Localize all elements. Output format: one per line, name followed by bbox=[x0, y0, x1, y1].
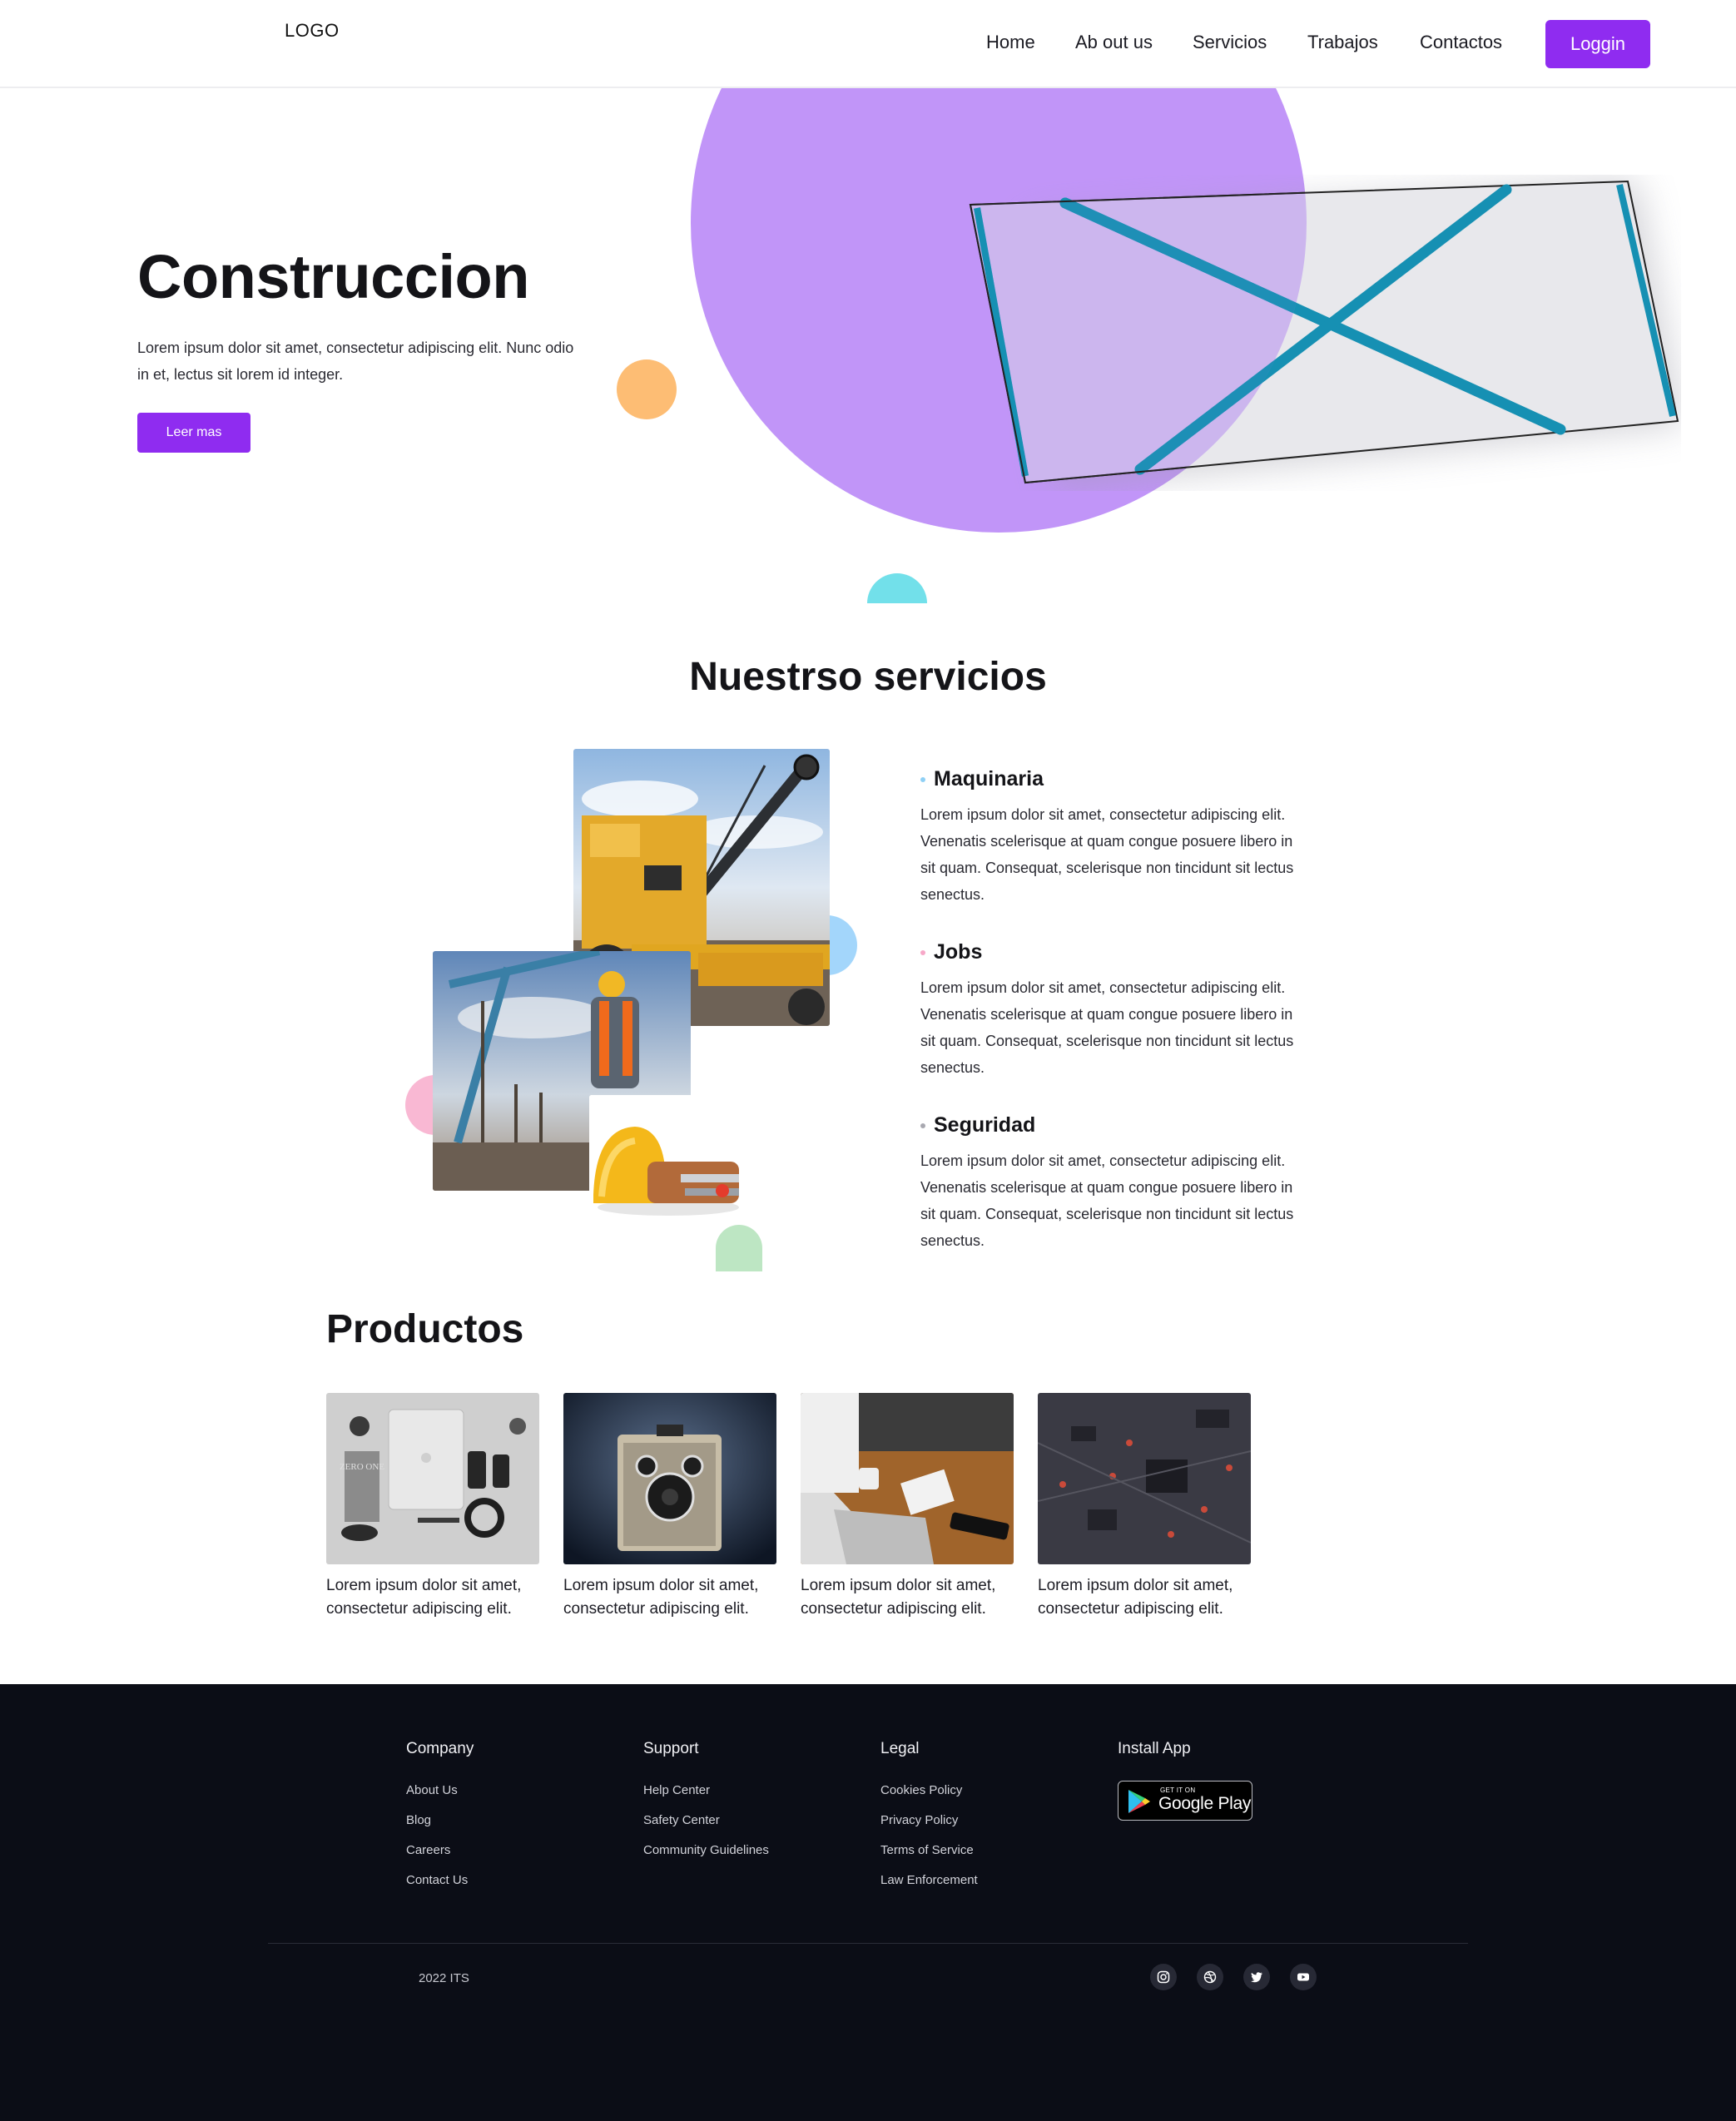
login-button[interactable]: Loggin bbox=[1545, 20, 1650, 68]
google-play-big-text: Google Play bbox=[1158, 1794, 1252, 1813]
product-card[interactable]: Lorem ipsum dolor sit amet, consectetur … bbox=[563, 1393, 776, 1621]
footer-link-law-enforcement[interactable]: Law Enforcement bbox=[880, 1873, 978, 1887]
footer-link-cookies-policy[interactable]: Cookies Policy bbox=[880, 1783, 962, 1797]
dribbble-icon[interactable] bbox=[1197, 1964, 1223, 1990]
hero-image-placeholder bbox=[965, 175, 1683, 491]
product-caption: Lorem ipsum dolor sit amet, consectetur … bbox=[563, 1577, 759, 1618]
twitter-icon[interactable] bbox=[1243, 1964, 1270, 1990]
footer-link-contact-us[interactable]: Contact Us bbox=[406, 1873, 468, 1887]
footer-link-community-guidelines[interactable]: Community Guidelines bbox=[643, 1843, 769, 1857]
bullet-dot bbox=[920, 1123, 925, 1128]
site-footer bbox=[0, 1684, 1736, 2121]
nav-about-us[interactable]: Ab out us bbox=[1075, 32, 1153, 53]
google-play-badge[interactable]: GET IT ON Google Play bbox=[1118, 1781, 1252, 1821]
footer-heading-legal: Legal bbox=[880, 1740, 920, 1757]
service-title-jobs: Jobs bbox=[934, 940, 983, 964]
footer-link-about-us[interactable]: About Us bbox=[406, 1783, 458, 1797]
book-text: ZERO ONE bbox=[340, 1462, 384, 1472]
footer-link-careers[interactable]: Careers bbox=[406, 1843, 450, 1857]
decor-half-circle-cyan bbox=[867, 573, 927, 603]
footer-heading-install-app: Install App bbox=[1118, 1740, 1191, 1757]
product-image-circuit bbox=[1038, 1393, 1251, 1564]
footer-link-safety-center[interactable]: Safety Center bbox=[643, 1813, 720, 1827]
nav-servicios[interactable]: Servicios bbox=[1193, 32, 1267, 53]
footer-link-blog[interactable]: Blog bbox=[406, 1813, 431, 1827]
nav-contactos[interactable]: Contactos bbox=[1420, 32, 1502, 53]
service-text-jobs: Lorem ipsum dolor sit amet, consectetur … bbox=[920, 979, 1294, 1076]
service-text-seguridad: Lorem ipsum dolor sit amet, consectetur … bbox=[920, 1152, 1294, 1249]
service-title-seguridad: Seguridad bbox=[934, 1113, 1036, 1137]
service-image-tools bbox=[589, 1095, 746, 1220]
product-caption: Lorem ipsum dolor sit amet, consectetur … bbox=[326, 1577, 522, 1618]
decor-dot-orange bbox=[617, 359, 677, 419]
nav-home[interactable]: Home bbox=[986, 32, 1035, 53]
service-text-maquinaria: Lorem ipsum dolor sit amet, consectetur … bbox=[920, 806, 1294, 903]
footer-divider bbox=[268, 1943, 1468, 1944]
product-card[interactable]: Lorem ipsum dolor sit amet, consectetur … bbox=[801, 1393, 1014, 1621]
hero-description: Lorem ipsum dolor sit amet, consectetur … bbox=[137, 339, 574, 383]
products-title: Productos bbox=[326, 1307, 524, 1351]
services-title: Nuestrso servicios bbox=[689, 655, 1047, 699]
copyright: 2022 ITS bbox=[419, 1971, 469, 1985]
hero-title: Construccion bbox=[137, 242, 529, 311]
footer-link-privacy-policy[interactable]: Privacy Policy bbox=[880, 1813, 958, 1827]
footer-link-help-center[interactable]: Help Center bbox=[643, 1783, 710, 1797]
youtube-icon[interactable] bbox=[1290, 1964, 1317, 1990]
bullet-dot bbox=[920, 777, 925, 782]
bullet-dot bbox=[920, 950, 925, 955]
read-more-button[interactable]: Leer mas bbox=[137, 413, 250, 453]
logo[interactable]: LOGO bbox=[285, 20, 340, 42]
site-header: LOGO Home Ab out us Servicios Trabajos C… bbox=[0, 0, 1736, 88]
broken-image-placeholder-icon bbox=[969, 180, 1683, 488]
service-title-maquinaria: Maquinaria bbox=[934, 767, 1044, 790]
decor-half-dot-green bbox=[716, 1225, 762, 1271]
footer-heading-support: Support bbox=[643, 1740, 699, 1757]
product-image-camera bbox=[563, 1393, 776, 1564]
instagram-icon[interactable] bbox=[1150, 1964, 1177, 1990]
product-card[interactable]: ZERO ONE Lorem ipsum dolor sit amet, con… bbox=[326, 1393, 539, 1621]
product-caption: Lorem ipsum dolor sit amet, consectetur … bbox=[1038, 1577, 1233, 1618]
google-play-small-text: GET IT ON bbox=[1160, 1786, 1196, 1794]
footer-heading-company: Company bbox=[406, 1740, 474, 1757]
google-play-icon bbox=[1128, 1790, 1150, 1813]
product-caption: Lorem ipsum dolor sit amet, consectetur … bbox=[801, 1577, 996, 1618]
product-image-flatlay: ZERO ONE bbox=[326, 1393, 539, 1564]
product-card[interactable]: Lorem ipsum dolor sit amet, consectetur … bbox=[1038, 1393, 1251, 1621]
product-image-desk bbox=[801, 1393, 1014, 1564]
footer-link-terms-of-service[interactable]: Terms of Service bbox=[880, 1843, 974, 1857]
nav-trabajos[interactable]: Trabajos bbox=[1307, 32, 1378, 53]
